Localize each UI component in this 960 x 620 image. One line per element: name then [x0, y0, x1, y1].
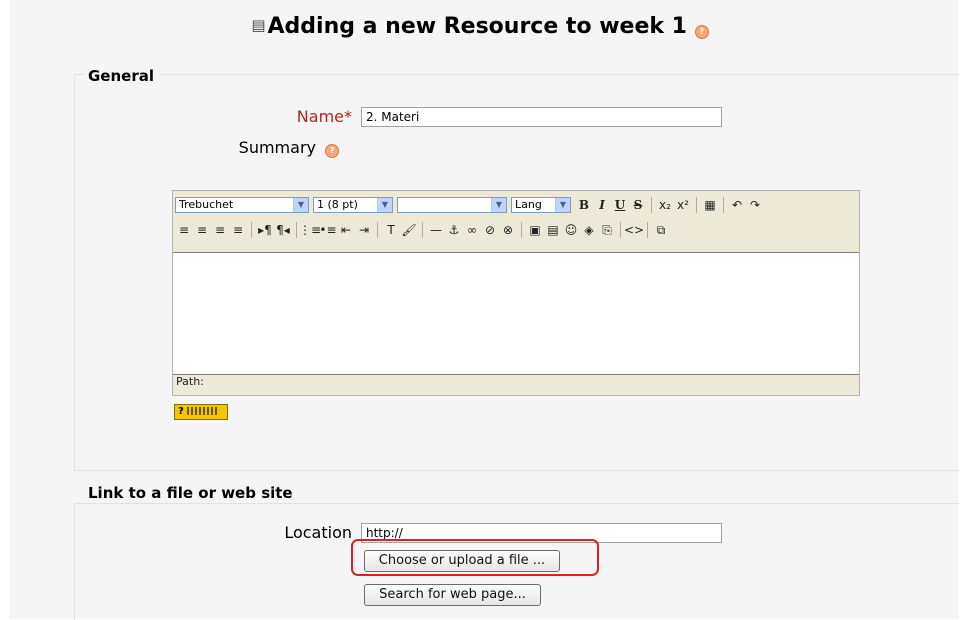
keyboard-icon: [186, 407, 217, 415]
ltr-icon[interactable]: ▸¶: [256, 221, 274, 239]
editor-path-bar: Path:: [176, 375, 204, 388]
search-web-page-button[interactable]: Search for web page...: [364, 584, 541, 606]
html-source-icon[interactable]: <>: [624, 221, 644, 239]
toolbar-separator: [723, 197, 724, 213]
indent-icon[interactable]: ⇥: [355, 221, 373, 239]
unlink-icon[interactable]: ⊘: [481, 221, 499, 239]
strikethrough-button[interactable]: S: [629, 196, 647, 214]
chevron-down-icon: ▼: [555, 198, 570, 212]
toolbar-separator: [296, 222, 297, 238]
chevron-down-icon: ▼: [377, 198, 392, 212]
horizontal-rule-icon[interactable]: —: [427, 221, 445, 239]
search-replace-icon[interactable]: ⎘: [598, 221, 616, 239]
link-legend: Link to a file or web site: [84, 484, 297, 502]
resource-doc-icon: ▤: [251, 16, 266, 34]
chevron-down-icon: ▼: [491, 198, 506, 212]
heading-format-select[interactable]: ▼: [397, 197, 507, 213]
align-left-icon[interactable]: ≡: [175, 221, 193, 239]
subscript-button[interactable]: x₂: [656, 196, 674, 214]
location-label: Location: [284, 523, 352, 542]
fullscreen-icon[interactable]: ⧉: [652, 221, 670, 239]
toolbar-separator: [251, 222, 252, 238]
redo-icon[interactable]: ↷: [746, 196, 764, 214]
editor-content-area[interactable]: [173, 252, 859, 375]
language-select[interactable]: Lang ▼: [511, 197, 571, 213]
toolbar-separator: [620, 222, 621, 238]
outdent-icon[interactable]: ⇤: [337, 221, 355, 239]
smiley-icon[interactable]: ☺: [562, 221, 580, 239]
toolbar-separator: [521, 222, 522, 238]
editor-toolbar-row-2: ≡ ≡ ≡ ≡ ▸¶ ¶◂ ⋮≡ •≡ ⇤ ⇥ T 🖌 — ⚓ ∞ ⊘ ⊗ ▣ …: [175, 220, 670, 240]
html-editor: Trebuchet ▼ 1 (8 pt) ▼ ▼ Lang ▼ B I U S x₂ …: [172, 190, 860, 396]
align-center-icon[interactable]: ≡: [193, 221, 211, 239]
toolbar-separator: [422, 222, 423, 238]
insert-image-icon[interactable]: ▣: [526, 221, 544, 239]
ordered-list-icon[interactable]: ⋮≡: [299, 221, 321, 239]
text-color-icon[interactable]: T: [382, 221, 400, 239]
nolink-icon[interactable]: ⊗: [499, 221, 517, 239]
rtl-icon[interactable]: ¶◂: [274, 221, 292, 239]
name-input[interactable]: 2. Materi: [361, 107, 722, 127]
insert-table-icon[interactable]: ▤: [544, 221, 562, 239]
anchor-icon[interactable]: ⚓: [445, 221, 463, 239]
font-size-select[interactable]: 1 (8 pt) ▼: [313, 197, 393, 213]
font-family-select[interactable]: Trebuchet ▼: [175, 197, 309, 213]
background-color-icon[interactable]: 🖌: [400, 221, 418, 239]
align-right-icon[interactable]: ≡: [211, 221, 229, 239]
underline-button[interactable]: U: [611, 196, 629, 214]
italic-button[interactable]: I: [593, 196, 611, 214]
special-char-icon[interactable]: ◈: [580, 221, 598, 239]
page-title: ▤Adding a new Resource to week 1 ?: [0, 14, 960, 39]
toolbar-separator: [377, 222, 378, 238]
help-icon[interactable]: ?: [694, 25, 709, 39]
undo-icon[interactable]: ↶: [728, 196, 746, 214]
toolbar-separator: [647, 222, 648, 238]
highlight-annotation: [351, 539, 599, 576]
keyboard-help-button[interactable]: ?: [174, 404, 228, 420]
bold-button[interactable]: B: [575, 196, 593, 214]
summary-help-icon[interactable]: ?: [325, 144, 339, 158]
page-title-text: Adding a new Resource to week 1: [267, 14, 687, 39]
toolbar-separator: [696, 197, 697, 213]
name-label: Name*: [296, 107, 352, 126]
superscript-button[interactable]: x²: [674, 196, 692, 214]
summary-label: Summary: [238, 138, 316, 157]
link-icon[interactable]: ∞: [463, 221, 481, 239]
clean-word-icon[interactable]: ▦: [701, 196, 719, 214]
align-justify-icon[interactable]: ≡: [229, 221, 247, 239]
general-legend: General: [84, 67, 158, 85]
toolbar-separator: [651, 197, 652, 213]
chevron-down-icon: ▼: [293, 198, 308, 212]
editor-toolbar-row-1: Trebuchet ▼ 1 (8 pt) ▼ ▼ Lang ▼ B I U S x₂ …: [175, 195, 764, 215]
unordered-list-icon[interactable]: •≡: [319, 221, 337, 239]
